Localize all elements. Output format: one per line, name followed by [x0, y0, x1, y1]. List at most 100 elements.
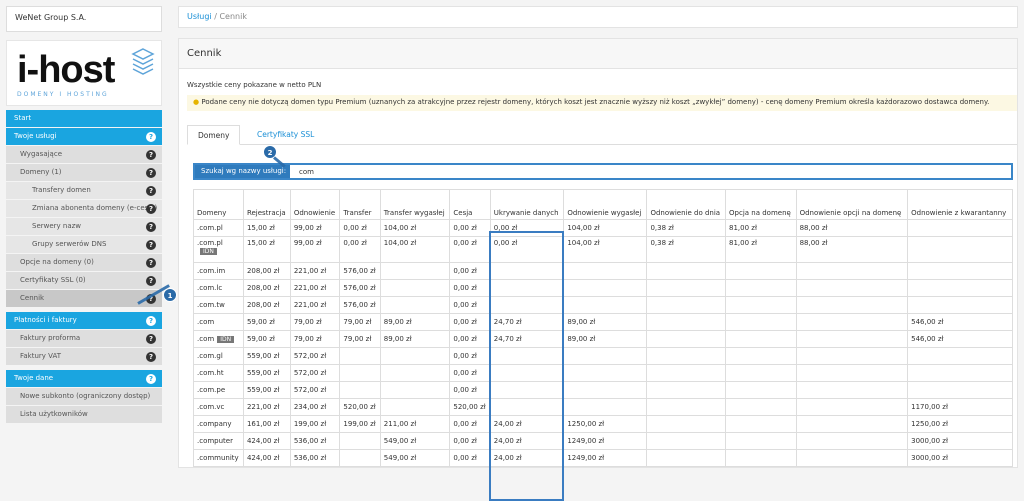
help-icon[interactable]: ?: [146, 258, 156, 268]
price-cell: [795, 364, 909, 382]
idn-badge: IDN: [217, 336, 235, 343]
price-cell: 572,00 zł: [289, 381, 341, 399]
price-cell: [379, 381, 451, 399]
table-row: .com 59,00 zł 79,00 zł 79,00 zł 89,00 zł 0,00…: [193, 313, 1013, 331]
price-cell: 79,00 zł: [339, 330, 381, 348]
sidebar-item[interactable]: Serwery nazw?: [6, 218, 162, 235]
sidebar-item[interactable]: Zmiana abonenta domeny (e-cesja)?: [6, 200, 162, 217]
price-cell: 559,00 zł: [242, 347, 291, 365]
price-cell: 572,00 zł: [289, 364, 341, 382]
domain-name: .com: [197, 318, 215, 326]
price-cell: [795, 432, 909, 450]
price-cell: [379, 398, 451, 416]
domain-name: .com.vc: [197, 403, 225, 411]
tab-domains[interactable]: Domeny: [187, 125, 241, 145]
price-cell: [646, 364, 727, 382]
sidebar-item-label: Nowe subkonto (ograniczony dostęp): [20, 392, 151, 400]
price-cell: 1249,00 zł: [563, 432, 648, 450]
help-icon[interactable]: ?: [146, 222, 156, 232]
price-cell: 0,00 zł: [449, 449, 491, 467]
price-cell: [339, 364, 381, 382]
price-cell: [489, 347, 565, 365]
help-icon[interactable]: ?: [146, 276, 156, 286]
price-cell: [725, 449, 797, 467]
price-cell: 79,00 zł: [289, 313, 341, 331]
search-label: Szukaj wg nazwy usługi:: [195, 165, 290, 178]
sidebar-item[interactable]: Faktury proforma?: [6, 330, 162, 347]
logo[interactable]: i-host DOMENY I HOSTING: [6, 40, 162, 106]
price-cell: 15,00 zł: [242, 219, 291, 237]
price-cell: 199,00 zł: [289, 415, 341, 433]
help-icon[interactable]: ?: [146, 334, 156, 344]
price-cell: [489, 398, 565, 416]
price-cell: 572,00 zł: [289, 347, 341, 365]
sidebar-item-label: Grupy serwerów DNS: [32, 240, 107, 248]
company-selector[interactable]: WeNet Group S.A.: [6, 6, 162, 32]
sidebar-item[interactable]: Płatności i faktury?: [6, 312, 162, 329]
sidebar-nav: Start Twoje usługi? Wygasające? Domeny (1)?…: [6, 110, 162, 424]
help-icon[interactable]: ?: [146, 186, 156, 196]
price-cell: [379, 279, 451, 297]
price-cell: [795, 296, 909, 314]
price-cell: 1170,00 zł: [907, 398, 1013, 416]
sidebar-item[interactable]: Grupy serwerów DNS?: [6, 236, 162, 253]
price-cell: [489, 364, 565, 382]
sidebar-item[interactable]: Nowe subkonto (ograniczony dostęp): [6, 388, 162, 405]
price-cell: [725, 398, 797, 416]
price-cell: 546,00 zł: [907, 330, 1013, 348]
help-icon[interactable]: ?: [146, 316, 156, 326]
price-cell: 0,00 zł: [449, 432, 491, 450]
help-icon[interactable]: ?: [146, 204, 156, 214]
domain-name: .com.im: [197, 267, 226, 275]
price-cell: [339, 449, 381, 467]
price-cell: 0,00 zł: [449, 347, 491, 365]
price-cell: 221,00 zł: [242, 398, 291, 416]
sidebar-item[interactable]: Wygasające?: [6, 146, 162, 163]
price-cell: 0,00 zł: [449, 296, 491, 314]
sidebar-item[interactable]: Opcje na domeny (0)?: [6, 254, 162, 271]
help-icon[interactable]: ?: [146, 132, 156, 142]
help-icon[interactable]: ?: [146, 168, 156, 178]
domain-cell: .community: [193, 449, 244, 467]
price-cell: 549,00 zł: [379, 449, 451, 467]
sidebar-item-label: Płatności i faktury: [14, 316, 77, 324]
sidebar-item-label: Twoje dane: [14, 374, 54, 382]
help-icon[interactable]: ?: [146, 240, 156, 250]
sidebar-item[interactable]: Twoje dane?: [6, 370, 162, 387]
search-input[interactable]: [295, 165, 995, 178]
price-cell: 424,00 zł: [242, 449, 291, 467]
sidebar-item[interactable]: Lista użytkowników: [6, 406, 162, 423]
domain-cell: .com.pl IDN: [193, 236, 244, 263]
sidebar-item[interactable]: Domeny (1)?: [6, 164, 162, 181]
tab-ssl-certificates[interactable]: Certyfikaty SSL: [247, 125, 324, 145]
price-cell: 536,00 zł: [289, 449, 341, 467]
domain-cell: .com.im: [193, 262, 244, 280]
price-cell: 0,00 zł: [339, 236, 381, 263]
price-cell: 0,00 zł: [449, 381, 491, 399]
price-cell: 208,00 zł: [242, 262, 291, 280]
sidebar-item[interactable]: Faktury VAT?: [6, 348, 162, 365]
help-icon[interactable]: ?: [146, 352, 156, 362]
help-icon[interactable]: ?: [146, 150, 156, 160]
sidebar: WeNet Group S.A. i-host DOMENY I HOSTING…: [0, 0, 170, 465]
domain-name: .community: [197, 454, 239, 462]
price-cell: 104,00 zł: [379, 236, 451, 263]
domain-name: .com.ht: [197, 369, 224, 377]
price-cell: 0,00 zł: [449, 236, 491, 263]
price-cell: [339, 432, 381, 450]
sidebar-item-label: Zmiana abonenta domeny (e-cesja): [32, 204, 158, 212]
sidebar-item[interactable]: Start: [6, 110, 162, 127]
column-header: Transfer: [339, 189, 381, 220]
sidebar-item[interactable]: Transfery domen?: [6, 182, 162, 199]
price-cell: 0,38 zł: [646, 236, 727, 263]
sidebar-item-label: Faktury proforma: [20, 334, 81, 342]
help-icon[interactable]: ?: [146, 374, 156, 384]
sidebar-item[interactable]: Twoje usługi?: [6, 128, 162, 145]
sidebar-item[interactable]: Certyfikaty SSL (0)?: [6, 272, 162, 289]
price-cell: [563, 364, 648, 382]
price-cell: [907, 381, 1013, 399]
sidebar-item-label: Lista użytkowników: [20, 410, 88, 418]
breadcrumb-link[interactable]: Usługi: [187, 12, 212, 21]
domain-cell: .com IDN: [193, 330, 244, 348]
price-cell: 211,00 zł: [379, 415, 451, 433]
